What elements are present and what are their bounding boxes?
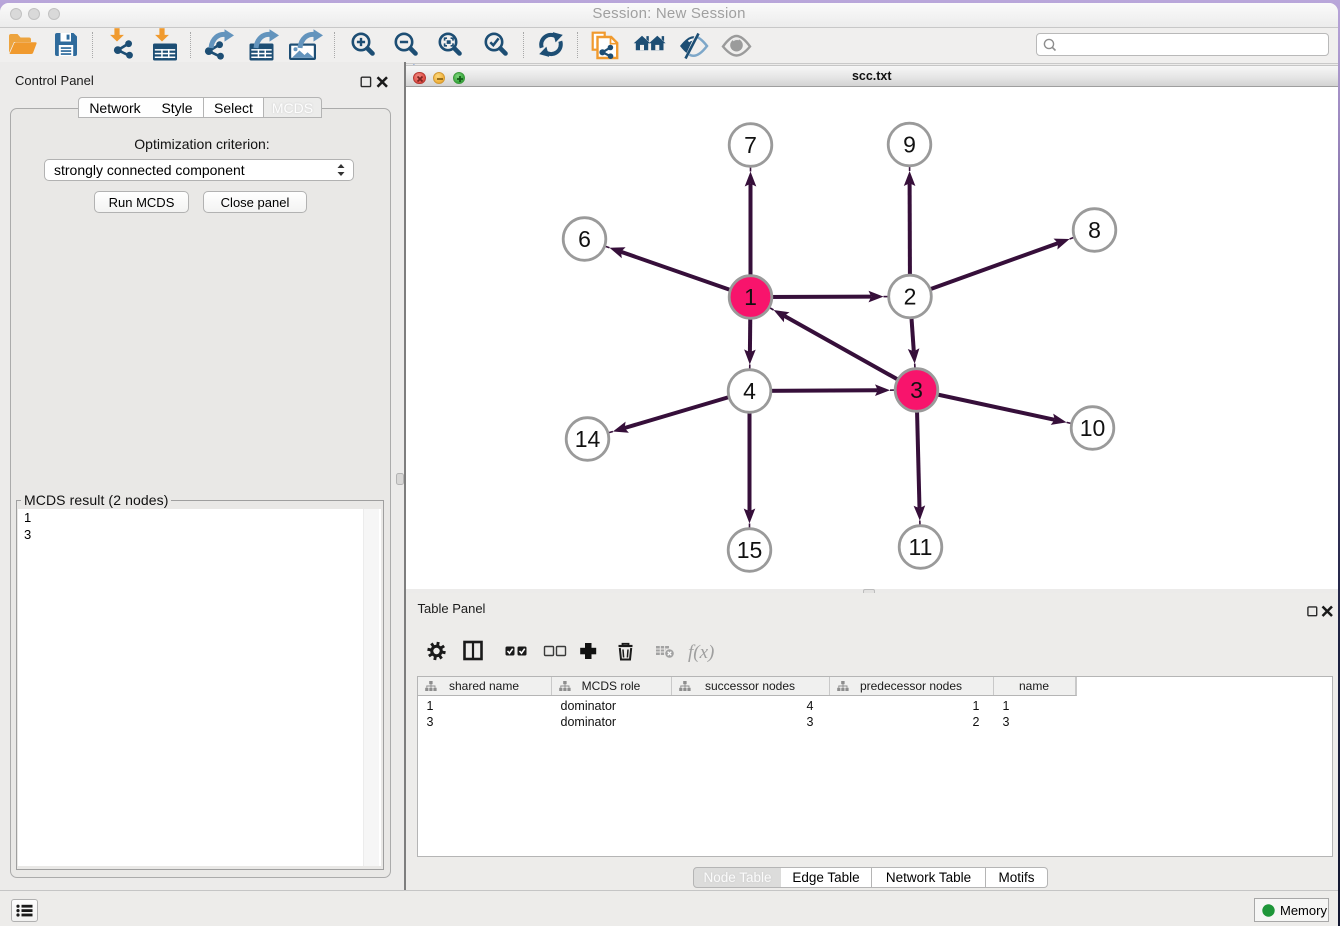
svg-text:2: 2: [903, 284, 916, 310]
svg-text:14: 14: [574, 426, 600, 452]
svg-text:15: 15: [736, 537, 762, 563]
svg-text:11: 11: [908, 534, 932, 560]
svg-text:3: 3: [910, 377, 923, 403]
svg-text:4: 4: [743, 378, 756, 404]
svg-text:8: 8: [1088, 217, 1101, 243]
svg-text:7: 7: [744, 132, 757, 158]
svg-text:f(x): f(x): [688, 642, 714, 663]
svg-text:9: 9: [903, 132, 916, 158]
svg-text:1: 1: [744, 284, 757, 310]
svg-text:6: 6: [578, 226, 591, 252]
svg-text:10: 10: [1079, 415, 1105, 441]
